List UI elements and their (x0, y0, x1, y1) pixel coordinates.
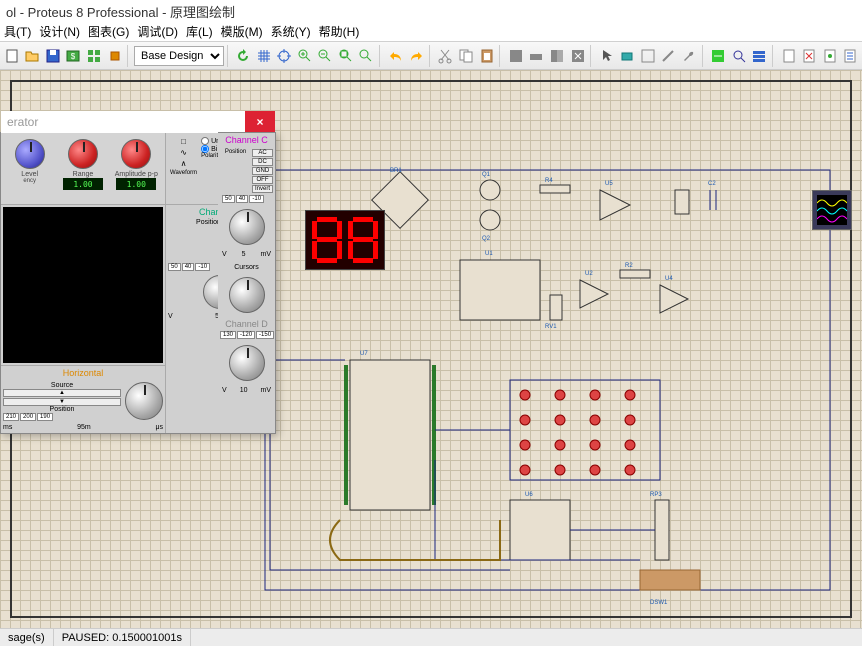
grid-icon[interactable] (84, 45, 104, 67)
wrench-icon[interactable] (679, 45, 699, 67)
freq-lcd: 1.00 (63, 178, 103, 190)
menu-chart[interactable]: 图表(G) (88, 23, 129, 40)
menu-bar: 具(T) 设计(N) 图表(G) 调试(D) 库(L) 模版(M) 系统(Y) … (0, 22, 862, 42)
svg-text:C2: C2 (708, 181, 716, 187)
copy-icon[interactable] (456, 45, 476, 67)
svg-text:U7: U7 (360, 351, 368, 357)
design-combo[interactable]: Base Design (134, 46, 224, 66)
seven-segment-display (305, 210, 385, 270)
svg-text:R4: R4 (545, 178, 553, 184)
report-icon[interactable] (779, 45, 799, 67)
channel-c-strip: Channel C Position ACDC GNDOFF Invert 50… (218, 132, 276, 434)
level-knob-block: Level ency (5, 137, 54, 200)
menu-system[interactable]: 系统(Y) (271, 23, 311, 40)
svg-text:U4: U4 (665, 276, 673, 282)
channel-d-knob[interactable] (229, 345, 265, 381)
target-icon[interactable] (274, 45, 294, 67)
block-delete-icon[interactable] (568, 45, 588, 67)
menu-template[interactable]: 模版(M) (221, 23, 263, 40)
svg-text:Q1: Q1 (482, 172, 491, 178)
menu-design[interactable]: 设计(N) (39, 23, 80, 40)
app-title: ol - Proteus 8 Professional - 原理图绘制 (6, 2, 235, 21)
svg-text:DSW1: DSW1 (650, 600, 668, 606)
position-readout: 210200190 (3, 413, 121, 421)
zoom-out-icon[interactable] (316, 45, 336, 67)
block-rotate-icon[interactable] (547, 45, 567, 67)
cut-icon[interactable] (436, 45, 456, 67)
package-icon[interactable] (618, 45, 638, 67)
property-icon[interactable] (750, 45, 770, 67)
block-copy-icon[interactable] (506, 45, 526, 67)
erc-icon[interactable] (799, 45, 819, 67)
close-icon[interactable]: × (245, 111, 275, 133)
zoom-fit-icon[interactable] (336, 45, 356, 67)
svg-text:U1: U1 (485, 251, 493, 257)
svg-text:RP3: RP3 (650, 492, 662, 498)
wire-tool-icon[interactable] (708, 45, 728, 67)
refresh-icon[interactable] (233, 45, 253, 67)
menu-library[interactable]: 库(L) (186, 23, 213, 40)
svg-text:Q2: Q2 (482, 236, 491, 242)
bom-icon[interactable] (841, 45, 861, 67)
paste-icon[interactable] (477, 45, 497, 67)
chip-icon[interactable] (105, 45, 125, 67)
toolbar: $ Base Design (0, 42, 862, 70)
tool-b-icon[interactable] (659, 45, 679, 67)
search-icon[interactable] (729, 45, 749, 67)
undo-icon[interactable] (386, 45, 406, 67)
menu-help[interactable]: 帮助(H) (319, 23, 360, 40)
block-move-icon[interactable] (527, 45, 547, 67)
level-knob[interactable] (15, 139, 45, 169)
save-icon[interactable] (43, 45, 63, 67)
open-icon[interactable] (23, 45, 43, 67)
status-bar: sage(s) PAUSED: 0.150001001s (0, 628, 862, 646)
scope-screen (3, 207, 163, 363)
range-knob[interactable] (68, 139, 98, 169)
svg-text:U6: U6 (525, 492, 533, 498)
redo-icon[interactable] (406, 45, 426, 67)
channel-c-knob2[interactable] (229, 277, 265, 313)
messages-cell[interactable]: sage(s) (0, 629, 54, 646)
svg-text:U2: U2 (585, 271, 593, 277)
netlist-icon[interactable] (820, 45, 840, 67)
grid-toggle-icon[interactable] (254, 45, 274, 67)
tool-a-icon[interactable] (638, 45, 658, 67)
virtual-oscilloscope[interactable] (812, 190, 852, 230)
svg-text:R2: R2 (625, 263, 633, 269)
range-knob-block: Range 1.00 (58, 137, 107, 200)
svg-text:$: $ (71, 52, 76, 61)
horizontal-label: Horizontal (3, 368, 163, 378)
amp-lcd: 1.00 (116, 178, 156, 190)
horizontal-knob[interactable] (125, 382, 163, 420)
menu-tools[interactable]: 具(T) (4, 23, 31, 40)
svg-text:U5: U5 (605, 181, 613, 187)
channel-c-mode[interactable]: ACDC GNDOFF Invert (252, 149, 273, 193)
money-icon[interactable]: $ (64, 45, 84, 67)
amp-knob-block: Amplitude p-p 1.00 (112, 137, 161, 200)
channel-c-knob[interactable] (229, 209, 265, 245)
zoom-in-icon[interactable] (295, 45, 315, 67)
svg-text:RV1: RV1 (545, 324, 557, 330)
panel-title[interactable]: erator (1, 111, 275, 133)
waveform-select[interactable]: □∿∧ Waveform (170, 137, 197, 200)
sim-status: PAUSED: 0.150001001s (54, 629, 191, 646)
amplitude-knob[interactable] (121, 139, 151, 169)
zoom-region-icon[interactable] (357, 45, 377, 67)
pick-icon[interactable] (597, 45, 617, 67)
menu-debug[interactable]: 调试(D) (137, 23, 178, 40)
svg-text:BR1: BR1 (390, 168, 402, 174)
title-bar: ol - Proteus 8 Professional - 原理图绘制 (0, 0, 862, 22)
new-icon[interactable] (2, 45, 22, 67)
